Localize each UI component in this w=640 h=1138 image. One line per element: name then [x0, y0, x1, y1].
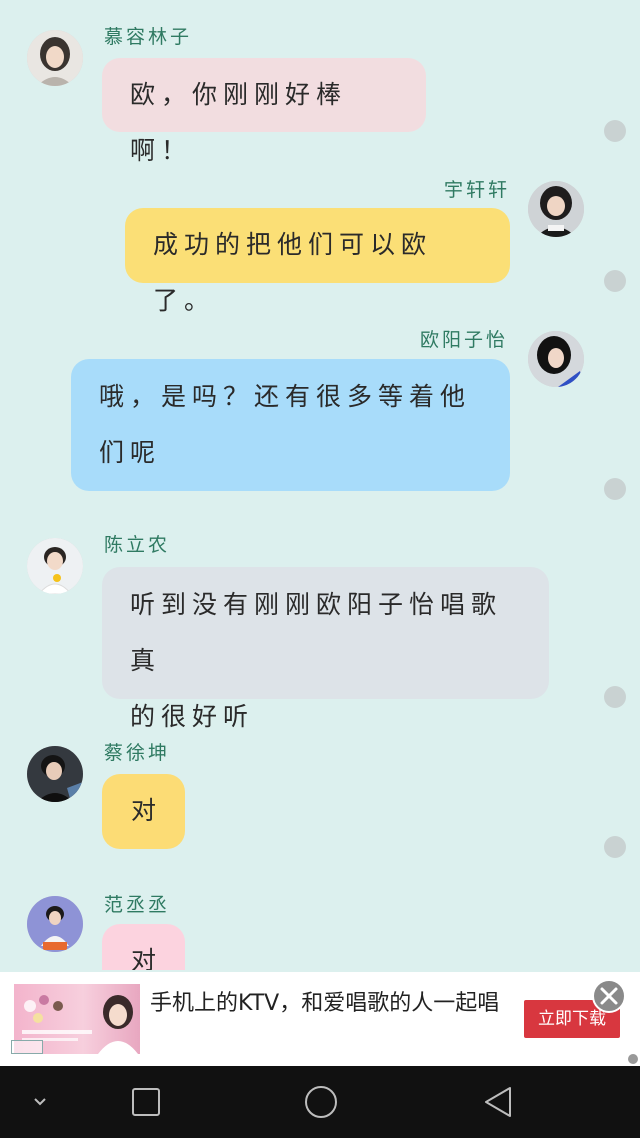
ad-banner[interactable]: 手机上的KTV，和爱唱歌的人一起唱 立即下载 — [0, 972, 640, 1066]
close-button[interactable] — [592, 979, 626, 1013]
avatar-girl-icon — [528, 181, 584, 237]
navigation-bar — [0, 1066, 640, 1138]
sender-name: 宇轩轩 — [444, 179, 511, 201]
select-dot[interactable] — [604, 120, 626, 142]
avatar[interactable] — [27, 896, 83, 952]
triangle-back-icon — [485, 1087, 511, 1117]
avatar[interactable] — [27, 538, 83, 594]
message-text: 哦，是吗？还有很多等着他 — [99, 382, 472, 411]
chat-area[interactable]: 慕容林子 欧，你刚刚好棒啊！ 宇轩轩 成功的把他们可以欧了。 欧阳子怡 哦，是吗… — [0, 0, 640, 970]
sender-name: 慕容林子 — [104, 26, 193, 48]
avatar-boy-icon — [27, 538, 83, 594]
avatar-boy-icon — [27, 746, 83, 802]
avatar-girl-icon — [27, 30, 83, 86]
message-item: 欧阳子怡 哦，是吗？还有很多等着他 们呢 — [0, 295, 640, 500]
sender-name: 陈立农 — [104, 534, 171, 556]
chevron-down-icon — [34, 1098, 46, 1106]
avatar-boy-icon — [27, 896, 83, 952]
message-item: 范丞丞 对 — [0, 860, 640, 970]
message-text: 对 — [130, 946, 156, 970]
message-item: 宇轩轩 成功的把他们可以欧了。 — [0, 145, 640, 315]
select-dot[interactable] — [604, 686, 626, 708]
select-dot[interactable] — [604, 478, 626, 500]
avatar[interactable] — [528, 331, 584, 387]
recents-button[interactable] — [128, 1084, 164, 1120]
message-item: 陈立农 听到没有刚刚欧阳子怡唱歌真 的很好听 — [0, 500, 640, 731]
nav-collapse-button[interactable] — [22, 1084, 58, 1120]
square-recents-icon — [132, 1088, 160, 1116]
message-bubble[interactable]: 对 — [102, 774, 185, 849]
message-item: 慕容林子 欧，你刚刚好棒啊！ — [0, 0, 640, 165]
sender-name: 蔡徐坤 — [104, 742, 171, 764]
back-button[interactable] — [480, 1084, 516, 1120]
home-button[interactable] — [303, 1084, 339, 1120]
select-dot[interactable] — [604, 836, 626, 858]
message-text: 们呢 — [99, 438, 162, 467]
circle-home-icon — [305, 1086, 337, 1118]
ad-info-icon[interactable] — [628, 1054, 638, 1064]
select-dot[interactable] — [604, 270, 626, 292]
message-item: 蔡徐坤 对 — [0, 710, 640, 860]
ad-title[interactable]: 手机上的KTV，和爱唱歌的人一起唱 — [150, 988, 500, 1020]
sender-name: 范丞丞 — [104, 894, 171, 916]
message-bubble[interactable]: 听到没有刚刚欧阳子怡唱歌真 的很好听 — [102, 567, 549, 731]
message-bubble[interactable]: 哦，是吗？还有很多等着他 们呢 — [71, 359, 510, 491]
avatar[interactable] — [27, 746, 83, 802]
message-text: 听到没有刚刚欧阳子怡唱歌真 — [130, 590, 503, 675]
sender-name: 欧阳子怡 — [420, 329, 509, 351]
close-icon — [600, 987, 618, 1005]
message-text: 对 — [130, 796, 156, 825]
avatar[interactable] — [27, 30, 83, 86]
message-bubble[interactable]: 对 — [102, 924, 185, 970]
ad-badge — [11, 1040, 43, 1054]
message-bubble[interactable]: 欧，你刚刚好棒啊！ — [102, 58, 426, 165]
message-bubble[interactable]: 成功的把他们可以欧了。 — [125, 208, 510, 315]
avatar-girl-icon — [528, 331, 584, 387]
avatar[interactable] — [528, 181, 584, 237]
